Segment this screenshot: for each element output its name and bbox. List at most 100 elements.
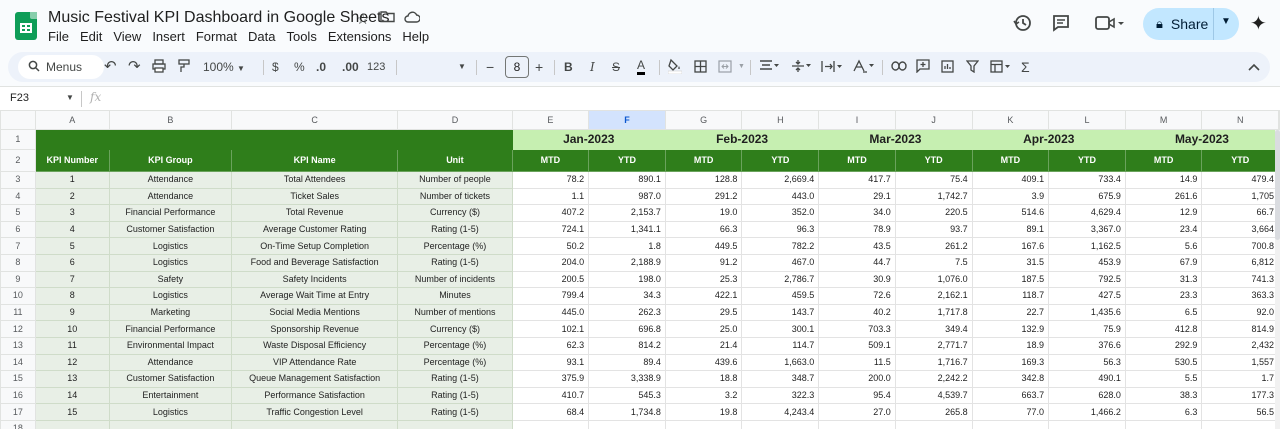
kpi-number-cell[interactable]: 8 (34, 287, 110, 305)
unit-cell[interactable]: Number of mentions (397, 303, 513, 322)
kpi-name-cell[interactable]: Sponsorship Revenue (231, 320, 399, 338)
kpi-number-cell[interactable]: 5 (34, 237, 110, 255)
menu-edit[interactable]: Edit (80, 29, 107, 44)
mtd-value-cell[interactable]: 449.5 (664, 237, 743, 255)
mtd-value-cell[interactable]: 187.5 (971, 270, 1050, 289)
ytd-value-cell[interactable]: 3,338.9 (588, 370, 666, 388)
mtd-value-cell[interactable]: 25.0 (664, 320, 743, 338)
ytd-value-cell[interactable]: 741.3 (1201, 270, 1279, 289)
empty-cell[interactable] (894, 419, 973, 429)
kpi-name-header[interactable]: KPI Name (231, 149, 399, 172)
ytd-value-cell[interactable]: 89.4 (588, 353, 666, 372)
row-number[interactable]: 13 (0, 336, 36, 355)
ytd-value-cell[interactable]: 4,243.4 (741, 403, 820, 421)
empty-cell[interactable] (1048, 419, 1126, 429)
row-number[interactable]: 17 (0, 403, 36, 421)
mtd-value-cell[interactable]: 509.1 (818, 336, 896, 355)
menu-insert[interactable]: Insert (152, 29, 190, 44)
mtd-value-cell[interactable]: 132.9 (971, 320, 1050, 338)
kpi-number-cell[interactable]: 11 (34, 336, 110, 355)
mtd-value-cell[interactable]: 439.6 (664, 353, 743, 372)
mtd-value-cell[interactable]: 77.0 (971, 403, 1050, 421)
increase-decimal-button[interactable]: .00 (342, 57, 359, 77)
kpi-name-cell[interactable]: Ticket Sales (231, 187, 399, 206)
row-number[interactable]: 1 (0, 129, 36, 150)
mtd-value-cell[interactable]: 799.4 (511, 287, 590, 305)
mtd-header[interactable]: MTD (971, 149, 1050, 172)
vertical-scrollbar[interactable] (1275, 130, 1280, 429)
name-box[interactable]: F23 (10, 92, 29, 104)
horizontal-align-icon[interactable] (759, 57, 779, 77)
mtd-value-cell[interactable]: 21.4 (664, 336, 743, 355)
ytd-value-cell[interactable]: 7.5 (894, 253, 973, 272)
ytd-value-cell[interactable]: 352.0 (741, 204, 820, 222)
unit-cell[interactable]: Rating (1-5) (397, 386, 513, 405)
mtd-value-cell[interactable]: 5.5 (1124, 370, 1203, 388)
column-header-j[interactable]: J (894, 110, 973, 130)
ytd-value-cell[interactable]: 459.5 (741, 287, 820, 305)
unit-cell[interactable]: Number of incidents (397, 270, 513, 289)
mtd-value-cell[interactable]: 25.3 (664, 270, 743, 289)
ytd-value-cell[interactable]: 348.7 (741, 370, 820, 388)
month-header[interactable]: Jan-2023 (511, 129, 666, 150)
ytd-header[interactable]: YTD (1201, 149, 1279, 172)
select-all-corner[interactable] (0, 110, 36, 130)
mtd-value-cell[interactable]: 200.5 (511, 270, 590, 289)
ytd-value-cell[interactable]: 300.1 (741, 320, 820, 338)
row-number[interactable]: 2 (0, 149, 36, 172)
month-header[interactable]: May-2023 (1124, 129, 1280, 150)
ytd-value-cell[interactable]: 6,812 (1201, 253, 1279, 272)
kpi-name-cell[interactable]: Food and Beverage Satisfaction (231, 253, 399, 272)
vertical-align-icon[interactable] (791, 57, 811, 77)
column-header-d[interactable]: D (397, 110, 513, 130)
empty-cell[interactable] (664, 419, 743, 429)
month-header[interactable]: Apr-2023 (971, 129, 1126, 150)
kpi-number-cell[interactable]: 13 (34, 370, 110, 388)
mtd-value-cell[interactable]: 410.7 (511, 386, 590, 405)
mtd-value-cell[interactable]: 167.6 (971, 237, 1050, 255)
ytd-value-cell[interactable]: 814.9 (1201, 320, 1279, 338)
row-number[interactable]: 4 (0, 187, 36, 206)
row-number[interactable]: 15 (0, 370, 36, 388)
column-header-f[interactable]: F (588, 110, 666, 130)
empty-cell[interactable] (1201, 419, 1279, 429)
ytd-value-cell[interactable]: 198.0 (588, 270, 666, 289)
table-view-icon[interactable] (990, 57, 1012, 77)
mtd-value-cell[interactable]: 38.3 (1124, 386, 1203, 405)
unit-cell[interactable]: Minutes (397, 287, 513, 305)
percent-format-button[interactable]: % (294, 57, 305, 77)
collapse-toolbar-icon[interactable] (1248, 57, 1260, 77)
mtd-value-cell[interactable]: 93.1 (511, 353, 590, 372)
column-header-b[interactable]: B (108, 110, 233, 130)
comment-icon[interactable] (1051, 13, 1071, 38)
unit-cell[interactable]: Currency ($) (397, 204, 513, 222)
ytd-value-cell[interactable]: 265.8 (894, 403, 973, 421)
mtd-value-cell[interactable]: 169.3 (971, 353, 1050, 372)
mtd-value-cell[interactable]: 6.3 (1124, 403, 1203, 421)
share-dropdown-icon[interactable]: ▼ (1221, 16, 1231, 27)
ytd-value-cell[interactable]: 262.3 (588, 303, 666, 322)
mtd-value-cell[interactable]: 3.9 (971, 187, 1050, 206)
ytd-value-cell[interactable]: 376.6 (1048, 336, 1126, 355)
ytd-value-cell[interactable]: 2,153.7 (588, 204, 666, 222)
insert-link-icon[interactable] (891, 57, 907, 77)
document-title[interactable]: Music Festival KPI Dashboard in Google S… (48, 9, 390, 27)
ytd-header[interactable]: YTD (1048, 149, 1126, 172)
column-header-c[interactable]: C (231, 110, 399, 130)
ytd-value-cell[interactable]: 2,771.7 (894, 336, 973, 355)
mtd-value-cell[interactable]: 102.1 (511, 320, 590, 338)
name-box-dropdown-icon[interactable]: ▼ (66, 93, 74, 102)
kpi-group-cell[interactable]: Safety (108, 270, 233, 289)
kpi-group-cell[interactable]: Logistics (108, 287, 233, 305)
kpi-group-cell[interactable]: Attendance (108, 171, 233, 189)
row-number[interactable]: 12 (0, 320, 36, 338)
menu-file[interactable]: File (48, 29, 74, 44)
mtd-value-cell[interactable]: 30.9 (818, 270, 896, 289)
kpi-name-cell[interactable]: Social Media Mentions (231, 303, 399, 322)
merge-dropdown-icon[interactable]: ▼ (738, 57, 745, 77)
kpi-number-cell[interactable]: 15 (34, 403, 110, 421)
mtd-value-cell[interactable]: 23.4 (1124, 220, 1203, 239)
mtd-value-cell[interactable]: 19.0 (664, 204, 743, 222)
month-header[interactable]: Mar-2023 (818, 129, 973, 150)
mtd-value-cell[interactable]: 292.9 (1124, 336, 1203, 355)
